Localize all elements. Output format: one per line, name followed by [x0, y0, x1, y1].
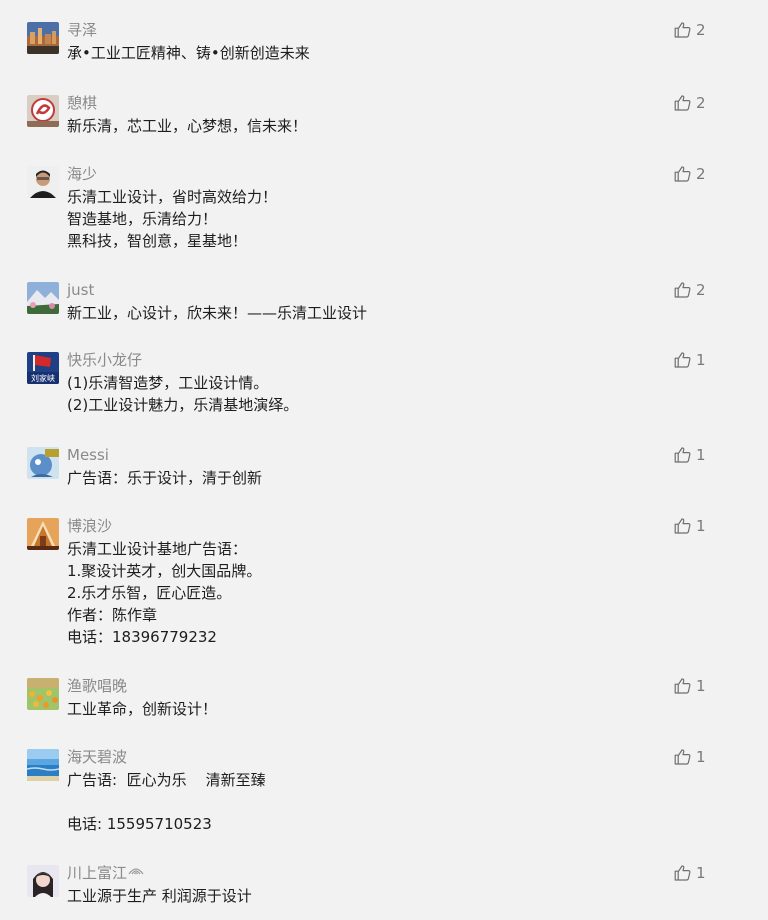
like-button[interactable]: 2: [674, 21, 706, 39]
comment-text: 承•工业工匠精神、铸•创新创造未来: [67, 42, 310, 64]
like-count: 2: [696, 21, 706, 39]
comment-line: 作者：陈作章: [67, 606, 158, 624]
thumbs-up-icon: [674, 22, 691, 38]
like-button[interactable]: 1: [674, 446, 706, 464]
commenter-name[interactable]: 海天碧波: [67, 747, 127, 767]
commenter-name-text: just: [67, 281, 95, 299]
like-count: 2: [696, 94, 706, 112]
person-portrait-avatar-icon[interactable]: [27, 166, 59, 198]
commenter-name[interactable]: 憩棋: [67, 93, 97, 113]
comment-line: 新工业，心设计，欣未来！——乐清工业设计: [67, 304, 368, 322]
like-button[interactable]: 2: [674, 281, 706, 299]
thumbs-up-icon: [674, 166, 691, 182]
commenter-name[interactable]: just: [67, 280, 94, 300]
commenter-name-text: 海少: [67, 165, 98, 183]
commenter-name-text: 寻泽: [67, 21, 98, 39]
commenter-name-text: 快乐小龙仔: [67, 351, 143, 369]
comment-line: 承•工业工匠精神、铸•创新创造未来: [67, 44, 310, 62]
comment-line: (1)乐清智造梦，工业设计情。: [67, 374, 269, 392]
comment-text: 乐清工业设计，省时高效给力！ 智造基地，乐清给力！ 黑科技，智创意，星基地！: [67, 186, 277, 252]
comment-line: 工业革命，创新设计！: [67, 700, 218, 718]
commenter-name-text: 渔歌唱晚: [67, 677, 128, 695]
like-count: 1: [696, 864, 706, 882]
like-count: 2: [696, 165, 706, 183]
thumbs-up-icon: [674, 95, 691, 111]
thumbs-up-icon: [674, 518, 691, 534]
like-count: 1: [696, 517, 706, 535]
thumbs-up-icon: [674, 352, 691, 368]
comment-line: 广告语：乐于设计，清于创新: [67, 469, 263, 487]
comment-text: 广告语：乐于设计，清于创新: [67, 467, 262, 489]
comment-line: 2.乐才乐智，匠心匠造。: [67, 584, 232, 602]
thumbs-up-icon: [674, 865, 691, 881]
commenter-name[interactable]: 海少: [67, 164, 97, 184]
comment-line: 广告语: 匠心为乐 清新至臻: [67, 771, 266, 789]
comment-line: 电话: 15595710523: [67, 815, 212, 833]
cityscape-avatar-icon[interactable]: [27, 22, 59, 54]
mountain-landscape-avatar-icon[interactable]: [27, 282, 59, 314]
like-count: 1: [696, 748, 706, 766]
comment-line: 新乐清，芯工业，心梦想，信未来！: [67, 117, 308, 135]
like-button[interactable]: 1: [674, 677, 706, 695]
like-button[interactable]: 1: [674, 864, 706, 882]
thumbs-up-icon: [674, 447, 691, 463]
comment-text: 乐清工业设计基地广告语： 1.聚设计英才，创大国品牌。 2.乐才乐智，匠心匠造。 作者…: [67, 538, 261, 648]
wifi-signal-icon: [127, 864, 144, 882]
comment-text: 新乐清，芯工业，心梦想，信未来！: [67, 115, 307, 137]
comment-line: 乐清工业设计，省时高效给力！: [67, 188, 278, 206]
comment-line: 电话：18396779232: [67, 628, 217, 646]
thumbs-up-icon: [674, 282, 691, 298]
comment-text: 广告语: 匠心为乐 清新至臻 电话: 15595710523: [67, 769, 266, 835]
thumbs-up-icon: [674, 678, 691, 694]
comment-line: 乐清工业设计基地广告语：: [67, 540, 248, 558]
commenter-name-text: 海天碧波: [67, 748, 128, 766]
temple-avatar-icon[interactable]: [27, 518, 59, 550]
comment-line: 1.聚设计英才，创大国品牌。: [67, 562, 262, 580]
seal-stamp-avatar-icon[interactable]: [27, 95, 59, 127]
like-button[interactable]: 2: [674, 94, 706, 112]
commenter-name-text: Messi: [67, 446, 109, 464]
like-button[interactable]: 1: [674, 351, 706, 369]
cartoon-avatar-icon[interactable]: [27, 447, 59, 479]
comment-line: 智造基地，乐清给力！: [67, 210, 218, 228]
svg-text:刘家峡: 刘家峡: [31, 373, 55, 383]
like-count: 2: [696, 281, 706, 299]
commenter-name[interactable]: 川上富江: [67, 863, 144, 883]
commenter-name[interactable]: 博浪沙: [67, 516, 112, 536]
commenter-name[interactable]: Messi: [67, 445, 109, 465]
like-button[interactable]: 2: [674, 165, 706, 183]
like-count: 1: [696, 677, 706, 695]
like-button[interactable]: 1: [674, 748, 706, 766]
commenter-name[interactable]: 渔歌唱晚: [67, 676, 127, 696]
comment-text: 工业革命，创新设计！: [67, 698, 217, 720]
comment-line: 工业源于生产 利润源于设计: [67, 887, 252, 905]
like-count: 1: [696, 446, 706, 464]
comment-line: 黑科技，智创意，星基地！: [67, 232, 248, 250]
comment-text: (1)乐清智造梦，工业设计情。 (2)工业设计魅力，乐清基地演绎。: [67, 372, 298, 416]
flag-avatar-icon[interactable]: 刘家峡: [27, 352, 59, 384]
commenter-name-text: 博浪沙: [67, 517, 113, 535]
thumbs-up-icon: [674, 749, 691, 765]
comment-text: 新工业，心设计，欣未来！——乐清工业设计: [67, 302, 367, 324]
like-count: 1: [696, 351, 706, 369]
commenter-name[interactable]: 寻泽: [67, 20, 97, 40]
flower-field-avatar-icon[interactable]: [27, 678, 59, 710]
seascape-avatar-icon[interactable]: [27, 749, 59, 781]
commenter-name-text: 川上富江: [67, 864, 128, 882]
commenter-name-text: 憩棋: [67, 94, 98, 112]
comment-line: [67, 791, 266, 813]
like-button[interactable]: 1: [674, 517, 706, 535]
comment-line: (2)工业设计魅力，乐清基地演绎。: [67, 396, 299, 414]
comment-text: 工业源于生产 利润源于设计: [67, 885, 252, 907]
commenter-name[interactable]: 快乐小龙仔: [67, 350, 142, 370]
girl-portrait-avatar-icon[interactable]: [27, 865, 59, 897]
